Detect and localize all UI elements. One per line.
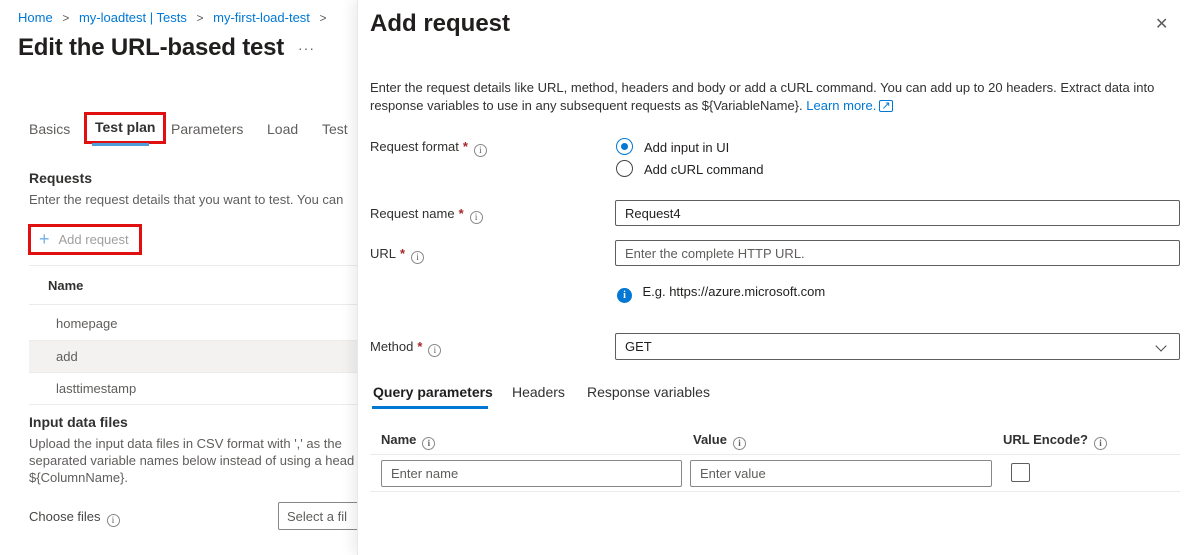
url-label: URL*i [370,246,424,264]
input-data-files-heading: Input data files [29,414,128,430]
request-name-input[interactable] [615,200,1180,226]
input-data-files-desc-line3: ${ColumnName}. [29,470,128,485]
radio-add-input-in-ui[interactable] [616,138,633,155]
tab-basics[interactable]: Basics [29,121,70,137]
selected-tab-underline [92,143,149,146]
param-table-border [370,454,1180,455]
panel-description-line1: Enter the request details like URL, meth… [370,80,1154,95]
url-hint: i E.g. https://azure.microsoft.com [617,284,825,303]
external-link-icon: ↗ [879,100,892,112]
tab-load[interactable]: Load [267,121,298,137]
param-table-border [370,491,1180,492]
info-icon[interactable]: i [428,344,441,357]
add-request-button[interactable]: Add request [59,232,129,247]
info-icon[interactable]: i [422,437,435,450]
breadcrumb-home[interactable]: Home [18,10,53,25]
info-icon[interactable]: i [474,144,487,157]
method-select[interactable]: GET [615,333,1180,360]
tab-parameters[interactable]: Parameters [171,121,243,137]
tab-test-plan[interactable]: Test plan [95,119,155,135]
requests-column-name[interactable]: Name [48,278,83,293]
table-row-lasttimestamp[interactable]: lasttimestamp [56,381,136,396]
panel-title: Add request [370,10,510,38]
required-asterisk: * [417,339,422,354]
param-col-value: Valuei [693,432,746,450]
table-border [29,372,357,373]
tab-test-criteria[interactable]: Test [322,121,348,137]
info-filled-icon: i [617,288,632,303]
required-asterisk: * [400,246,405,261]
breadcrumb: Home > my-loadtest | Tests > my-first-lo… [18,10,333,25]
table-row-homepage[interactable]: homepage [56,316,117,331]
subtab-headers[interactable]: Headers [512,384,565,400]
table-row-add[interactable]: add [56,349,78,364]
input-data-files-desc-line1: Upload the input data files in CSV forma… [29,436,342,451]
table-border [29,265,357,266]
url-input[interactable] [615,240,1180,266]
radio-add-curl-command[interactable] [616,160,633,177]
subtab-query-parameters[interactable]: Query parameters [373,384,493,400]
test-plan-annotation-box: Test plan [84,112,166,144]
param-value-input[interactable] [690,460,992,487]
info-icon[interactable]: i [411,251,424,264]
info-icon[interactable]: i [1094,437,1107,450]
panel-description-line2: response variables to use in any subsequ… [370,98,893,113]
required-asterisk: * [459,206,464,221]
radio-label-add-input-in-ui[interactable]: Add input in UI [644,140,729,155]
param-col-url-encode: URL Encode?i [1003,432,1107,450]
input-data-files-desc-line2: separated variable names below instead o… [29,453,354,468]
main-page: Home > my-loadtest | Tests > my-first-lo… [0,0,357,555]
breadcrumb-first-load-test[interactable]: my-first-load-test [213,10,310,25]
subtab-underline [372,406,488,409]
request-format-label: Request format*i [370,139,487,157]
required-asterisk: * [463,139,468,154]
breadcrumb-separator: > [196,11,203,25]
breadcrumb-loadtest-tests[interactable]: my-loadtest | Tests [79,10,187,25]
subtab-response-variables[interactable]: Response variables [587,384,710,400]
request-name-label: Request name*i [370,206,483,224]
learn-more-link[interactable]: Learn more. [806,98,876,113]
close-icon[interactable]: ✕ [1155,14,1168,34]
url-encode-checkbox[interactable] [1011,463,1030,482]
breadcrumb-separator: > [320,11,327,25]
requests-description: Enter the request details that you want … [29,192,343,207]
screen: Home > my-loadtest | Tests > my-first-lo… [0,0,1200,555]
info-icon[interactable]: i [470,211,483,224]
select-file-input[interactable] [278,502,357,530]
more-options-icon[interactable]: ··· [298,40,315,56]
param-col-name: Namei [381,432,435,450]
plus-icon: + [39,231,50,247]
info-icon[interactable]: i [107,514,120,527]
info-icon[interactable]: i [733,437,746,450]
requests-heading: Requests [29,170,92,186]
chevron-down-icon [1155,340,1166,351]
choose-files-label: Choose filesi [29,509,120,527]
page-title: Edit the URL-based test [18,34,284,62]
breadcrumb-separator: > [62,11,69,25]
table-row-highlight [29,341,357,372]
table-border [29,304,357,305]
table-border [29,404,357,405]
param-name-input[interactable] [381,460,682,487]
method-label: Method*i [370,339,441,357]
url-hint-text: E.g. https://azure.microsoft.com [642,284,825,299]
add-request-annotation-box: + Add request [28,224,142,255]
radio-label-add-curl-command[interactable]: Add cURL command [644,162,763,177]
